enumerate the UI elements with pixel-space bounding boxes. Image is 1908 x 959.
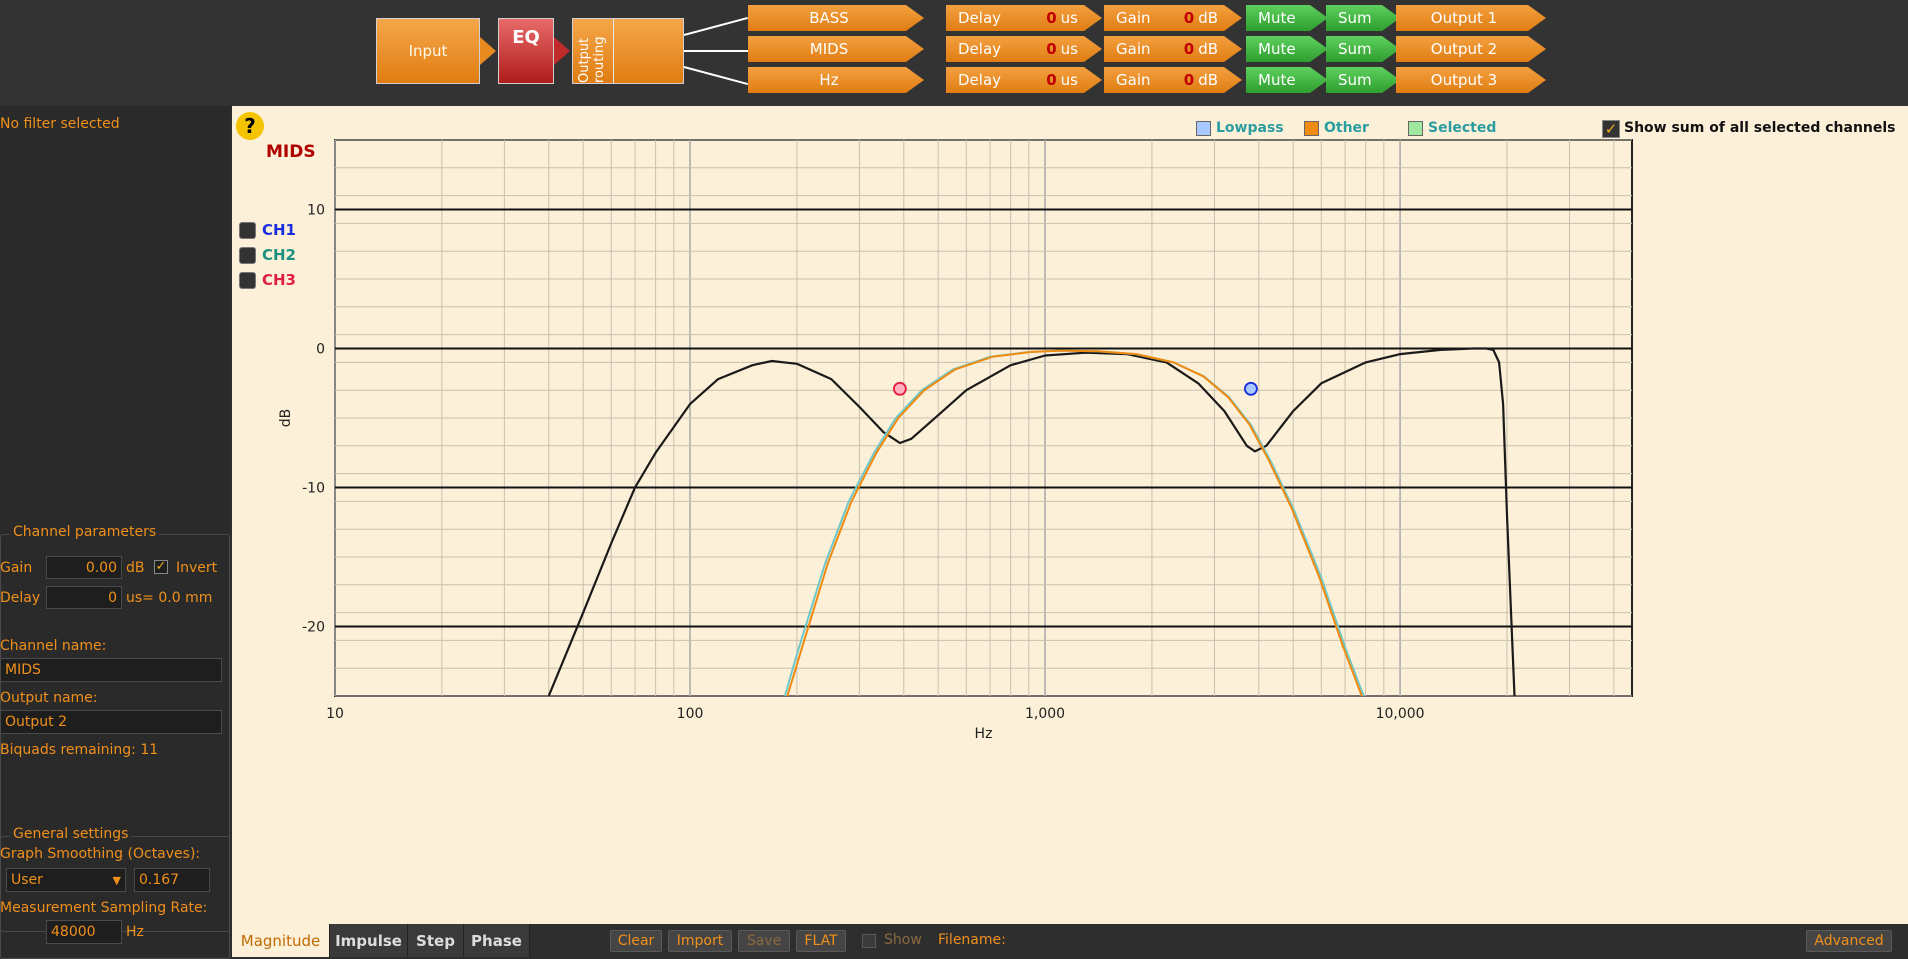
sum-arrow[interactable]: Sum (1326, 5, 1400, 31)
y-tick-label: -20 (302, 620, 325, 636)
bottom-bar: Magnitude Impulse Step Phase Clear Impor… (232, 924, 1908, 957)
eq-label: EQ (512, 27, 540, 48)
graph-panel: ? MIDS CH1 CH2 CH3 Lowpass Highpass Othe… (232, 106, 1908, 924)
tab-step[interactable]: Step (408, 924, 464, 957)
mute-arrow[interactable]: Mute (1246, 67, 1328, 93)
gain-arrow[interactable]: Gain 0 dB (1104, 36, 1242, 62)
x-tick-label: 100 (677, 706, 704, 722)
show-checkbox[interactable] (862, 934, 876, 948)
connector-line (683, 16, 749, 36)
import-button[interactable]: Import (668, 930, 732, 952)
y-tick-label: -10 (302, 481, 325, 497)
mute-arrow[interactable]: Mute (1246, 36, 1328, 62)
gain-label: Gain (0, 560, 33, 576)
channel-name-label: Channel name: (0, 638, 107, 654)
left-panel: No filter selected Channel parameters Ga… (0, 106, 230, 959)
output-name-label: Output name: (0, 690, 98, 706)
sampling-unit: Hz (126, 924, 144, 940)
flat-button[interactable]: FLAT (796, 930, 846, 952)
output-arrow[interactable]: Output 1 (1396, 5, 1546, 31)
delay-input[interactable]: 0 (46, 586, 122, 609)
eq-arrow (554, 37, 570, 65)
chevron-down-icon: ▼ (112, 873, 121, 887)
eq-block[interactable]: EQ (498, 18, 554, 84)
output-routing-block[interactable]: Output routing (572, 18, 684, 84)
input-label: Input (408, 42, 448, 60)
x-tick-label: 10 (326, 706, 344, 722)
delay-unit: us= 0.0 mm (126, 590, 213, 606)
gain-unit: dB (126, 560, 145, 576)
smoothing-label: Graph Smoothing (Octaves): (0, 846, 201, 862)
show-label: Show (884, 932, 922, 948)
filter-marker-1[interactable] (892, 381, 907, 396)
clear-button[interactable]: Clear (610, 930, 662, 952)
general-settings-title: General settings (10, 826, 132, 842)
sampling-rate-input[interactable]: 48000 (46, 920, 122, 944)
y-axis-label: dB (278, 409, 294, 428)
output-arrow[interactable]: Output 3 (1396, 67, 1546, 93)
tab-magnitude[interactable]: Magnitude (232, 924, 330, 957)
delay-arrow[interactable]: Delay 0 us (946, 67, 1102, 93)
gain-input[interactable]: 0.00 (46, 556, 122, 579)
sum-arrow[interactable]: Sum (1326, 67, 1400, 93)
sampling-label: Measurement Sampling Rate: (0, 900, 208, 916)
delay-arrow[interactable]: Delay 0 us (946, 36, 1102, 62)
output-routing-label: Output routing (577, 36, 607, 83)
x-axis-label: Hz (975, 726, 993, 742)
channel-name-arrow[interactable]: Hz (748, 67, 924, 93)
x-tick-label: 10,000 (1376, 706, 1425, 722)
y-tick-label: 10 (307, 203, 325, 219)
gain-arrow[interactable]: Gain 0 dB (1104, 67, 1242, 93)
sum-arrow[interactable]: Sum (1326, 36, 1400, 62)
connector-line (683, 66, 749, 86)
tab-phase[interactable]: Phase (464, 924, 530, 957)
routing-bar: Input EQ Output routing BASS Delay 0 us Ga… (0, 0, 1908, 107)
advanced-button[interactable]: Advanced (1806, 930, 1892, 952)
filename-label: Filename: (938, 932, 1006, 948)
gain-arrow[interactable]: Gain 0 dB (1104, 5, 1242, 31)
smoothing-mode-select[interactable]: User ▼ (6, 868, 126, 892)
output-name-input[interactable]: Output 2 (0, 710, 222, 734)
filter-marker-2[interactable] (1244, 381, 1258, 396)
connector-line (684, 50, 750, 52)
mute-arrow[interactable]: Mute (1246, 5, 1328, 31)
input-arrow (480, 37, 496, 65)
magnitude-chart[interactable]: 10 100 1,000 10,000100-10-20HzdB (232, 106, 1908, 924)
channel-name-input[interactable]: MIDS (0, 658, 222, 682)
channel-name-arrow[interactable]: BASS (748, 5, 924, 31)
no-filter-text: No filter selected (0, 116, 120, 132)
invert-checkbox[interactable]: ✓ (154, 560, 168, 574)
channel-parameters-title: Channel parameters (10, 524, 160, 540)
input-block[interactable]: Input (376, 18, 480, 84)
x-tick-label: 1,000 (1025, 706, 1065, 722)
biquads-remaining: Biquads remaining: 11 (0, 742, 159, 758)
smoothing-value-input[interactable]: 0.167 (134, 868, 210, 892)
tab-impulse[interactable]: Impulse (330, 924, 408, 957)
save-button[interactable]: Save (738, 930, 790, 952)
y-tick-label: 0 (316, 342, 325, 358)
output-arrow[interactable]: Output 2 (1396, 36, 1546, 62)
invert-label: Invert (176, 560, 218, 576)
channel-name-arrow[interactable]: MIDS (748, 36, 924, 62)
delay-label: Delay (0, 590, 41, 606)
delay-arrow[interactable]: Delay 0 us (946, 5, 1102, 31)
